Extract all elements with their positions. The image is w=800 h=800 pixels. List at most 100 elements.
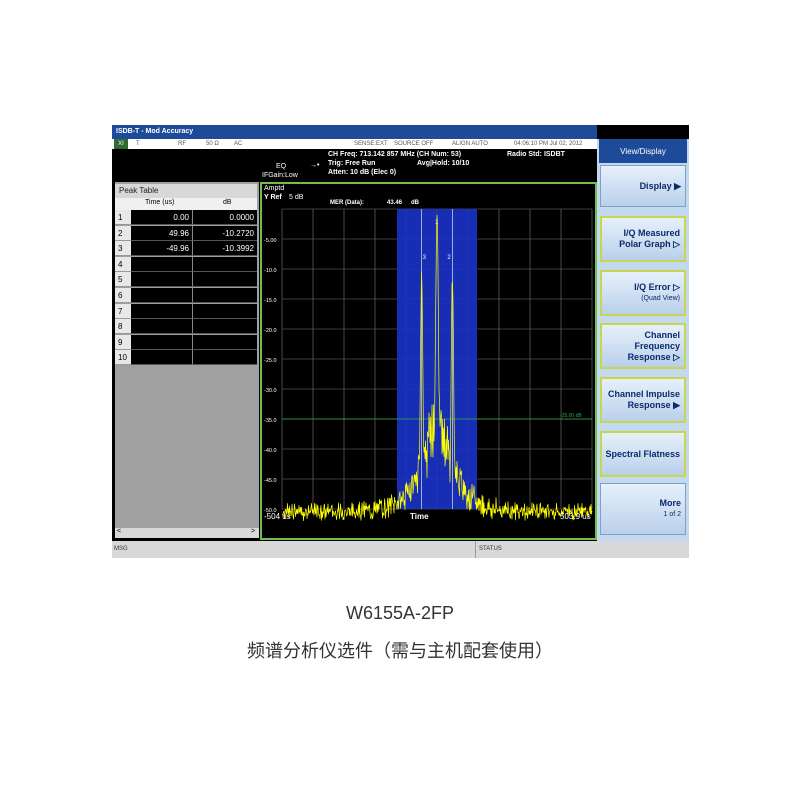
mer-unit: dB	[411, 200, 419, 206]
y-tick-label: -10.0	[264, 268, 277, 274]
avg-hold: Avg|Hold: 10/10	[417, 160, 470, 167]
cell-time: -49.96	[131, 241, 193, 257]
msg-label: MSG	[114, 546, 128, 552]
row-number: 9	[115, 334, 131, 350]
mer-label: MER (Data):	[330, 200, 364, 206]
x-stop-label: 503.9 us	[560, 512, 591, 521]
table-row[interactable]: 9	[115, 334, 257, 351]
table-row[interactable]: 1 0.00 0.0000	[115, 210, 257, 226]
horizontal-scrollbar[interactable]: < >	[115, 528, 259, 538]
row-number: 7	[115, 303, 131, 319]
softkey-label: Channel Frequency Response ▷	[627, 329, 680, 362]
menu-title: View/Display	[599, 139, 687, 163]
status-label: STATUS	[475, 541, 502, 558]
amptd-label: Amptd	[264, 185, 285, 192]
mer-value: 43.46	[387, 200, 403, 206]
status-row: XI T RF 50 Ω AC SENSE:EXT SOURCE OFF ALI…	[112, 139, 597, 149]
y-tick-label: -40.0	[264, 448, 277, 454]
status-cell: RF	[178, 141, 186, 147]
y-tick-label: -45.0	[264, 478, 277, 484]
cell-time	[131, 303, 193, 319]
trigger-arrow-icon: →•	[310, 162, 320, 169]
row-number: 10	[115, 350, 131, 366]
y-tick-label: -25.0	[264, 358, 277, 364]
row-number: 6	[115, 288, 131, 303]
softkey-spectral-flatness[interactable]: Spectral Flatness	[600, 431, 686, 477]
table-row[interactable]: 5	[115, 272, 257, 288]
ifgain: IFGain:Low	[262, 172, 298, 179]
y-tick-label: -5.00	[264, 238, 277, 244]
status-cell: 50 Ω	[206, 141, 219, 147]
status-cell: T	[136, 141, 140, 147]
column-header-time: Time (us)	[145, 199, 175, 206]
row-number: 8	[115, 319, 131, 335]
keysight-logo-icon: XI	[114, 139, 128, 149]
cell-db	[193, 350, 257, 366]
peak-table-title: Peak Table	[115, 184, 257, 198]
status-cell: SOURCE OFF	[394, 141, 434, 147]
softkey-more[interactable]: More 1 of 2	[600, 483, 686, 535]
x-start-label: -504 us	[264, 512, 291, 521]
softkey-label: More	[659, 498, 681, 508]
graph-canvas: -5.00 -10.0 -15.0 -20.0 -25.0 -30.0 -35.0 -40.0…	[264, 208, 593, 522]
cell-time	[131, 256, 193, 272]
x-axis-label: Time	[410, 512, 429, 521]
cell-time	[131, 350, 193, 366]
cell-db	[193, 272, 257, 288]
table-row[interactable]: 4	[115, 256, 257, 273]
softkey-label: Channel Impulse Response ▶	[607, 389, 680, 410]
softkey-display[interactable]: Display ▶	[600, 165, 686, 207]
cell-db: -10.2720	[193, 225, 257, 241]
trigger: Trig: Free Run	[328, 160, 376, 167]
cell-db	[193, 303, 257, 319]
scroll-right-icon[interactable]: >	[251, 528, 255, 535]
softkey-i-q-measured-polar-graph[interactable]: I/Q Measured Polar Graph ▷	[600, 216, 686, 262]
scroll-left-icon[interactable]: <	[117, 528, 121, 535]
attenuation: Atten: 10 dB (Elec 0)	[328, 169, 397, 176]
window-title: ISDB-T - Mod Accuracy	[112, 125, 597, 139]
product-description: 频谱分析仪选件（需与主机配套使用）	[247, 641, 553, 661]
column-header-db: dB	[223, 199, 232, 206]
peak-table-header: Time (us) dB	[115, 198, 257, 210]
cell-db	[193, 334, 257, 350]
cell-db	[193, 256, 257, 272]
row-number: 5	[115, 272, 131, 288]
table-row[interactable]: 6	[115, 288, 257, 304]
status-cell: SENSE:EXT	[354, 141, 388, 147]
softkey-channel-frequency-response[interactable]: Channel Frequency Response ▷	[600, 323, 686, 369]
product-model: W6155A-2FP	[345, 603, 455, 623]
softkey-channel-impulse-response[interactable]: Channel Impulse Response ▶	[600, 377, 686, 423]
cell-db: -10.3992	[193, 241, 257, 257]
threshold-label: -35.00 dB	[560, 413, 582, 419]
instrument-screen: ISDB-T - Mod Accuracy XI T RF 50 Ω AC SE…	[112, 125, 689, 558]
ch-freq: CH Freq: 713.142 857 MHz (CH Num: 53)	[328, 151, 462, 158]
softkey-label: I/Q Measured Polar Graph ▷	[619, 228, 680, 249]
impulse-response-graph[interactable]: -5.00 -10.0 -15.0 -20.0 -25.0 -30.0 -35.0 -40.0…	[260, 182, 597, 540]
table-row[interactable]: 2 49.96 -10.2720	[115, 225, 257, 242]
y-tick-label: -35.0	[264, 418, 277, 424]
table-row[interactable]: 8	[115, 319, 257, 335]
measurement-info-bar: CH Freq: 713.142 857 MHz (CH Num: 53) Ra…	[112, 149, 597, 183]
cell-db: 0.0000	[193, 210, 257, 225]
y-tick-label: -15.0	[264, 298, 277, 304]
cell-db	[193, 319, 257, 335]
cell-time	[131, 334, 193, 350]
datetime: 04:06:10 PM Jul 02, 2012	[514, 141, 583, 147]
status-cell: ALIGN AUTO	[452, 141, 488, 147]
softkey-i-q-error[interactable]: I/Q Error ▷ (Quad View)	[600, 270, 686, 316]
cell-db	[193, 288, 257, 303]
window-band	[397, 209, 477, 509]
table-row[interactable]: 10	[115, 350, 257, 366]
yref-label: Y Ref	[264, 194, 282, 201]
y-tick-label: -20.0	[264, 328, 277, 334]
radio-std: Radio Std: ISDBT	[507, 151, 565, 158]
cell-time	[131, 319, 193, 335]
cell-time: 49.96	[131, 225, 193, 241]
row-number: 4	[115, 256, 131, 272]
softkey-sublabel: (Quad View)	[641, 295, 680, 302]
table-row[interactable]: 3 -49.96 -10.3992	[115, 241, 257, 257]
cell-time	[131, 272, 193, 288]
row-number: 1	[115, 210, 131, 225]
table-row[interactable]: 7	[115, 303, 257, 320]
softkey-label: Spectral Flatness	[605, 448, 680, 459]
